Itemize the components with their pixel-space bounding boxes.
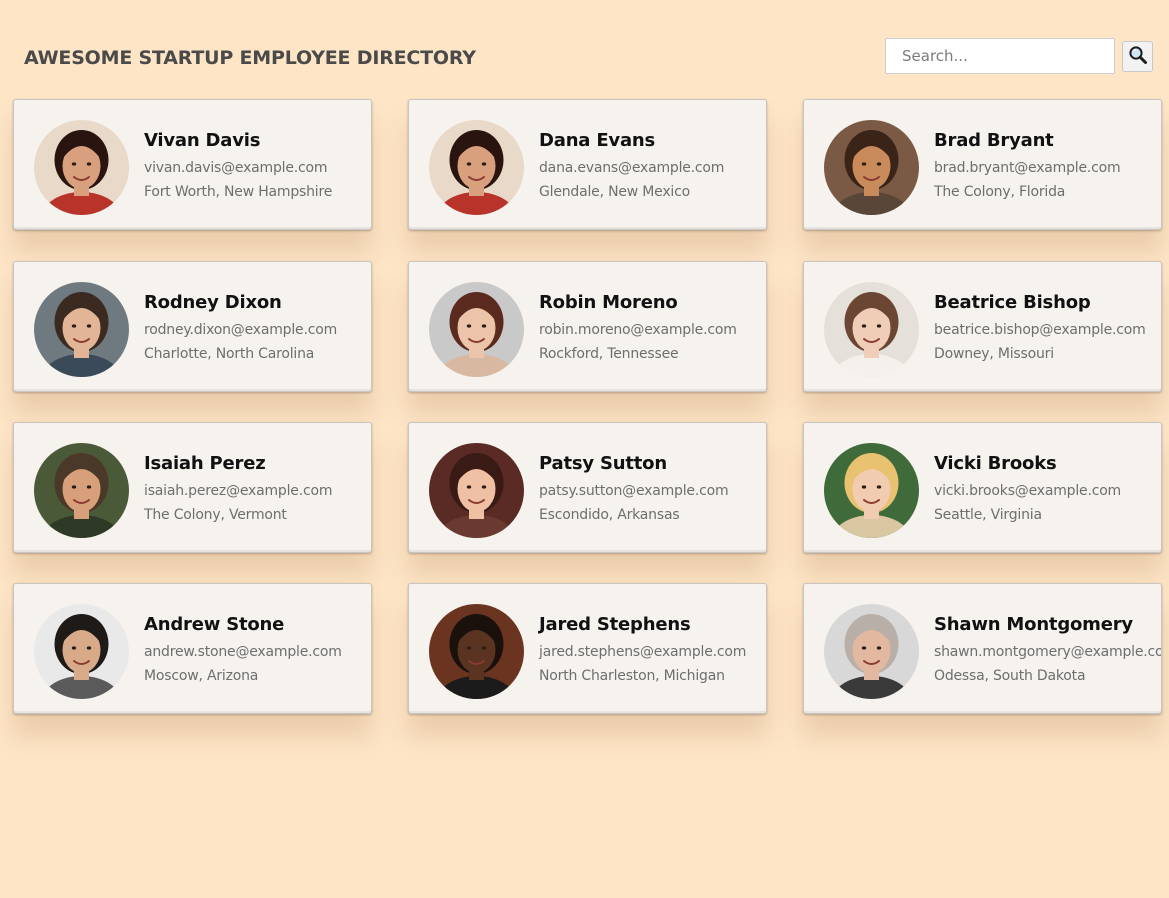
- employee-location: Escondido, Arkansas: [539, 507, 680, 523]
- employee-name: Rodney Dixon: [144, 292, 282, 313]
- employee-card[interactable]: Isaiah Perez isaiah.perez@example.com The …: [13, 422, 372, 553]
- employee-location: The Colony, Florida: [934, 184, 1066, 200]
- employee-avatar: [824, 604, 919, 699]
- employee-location: Fort Worth, New Hampshire: [144, 184, 333, 200]
- employee-email: brad.bryant@example.com: [934, 160, 1121, 176]
- employee-card[interactable]: Brad Bryant brad.bryant@example.com The Co…: [803, 99, 1162, 230]
- page-title: AWESOME STARTUP EMPLOYEE DIRECTORY: [24, 47, 476, 69]
- employee-info: Dana Evans dana.evans@example.com Glendale…: [539, 128, 766, 204]
- employee-location: Odessa, South Dakota: [934, 668, 1086, 684]
- employee-info: Robin Moreno robin.moreno@example.com Rock…: [539, 290, 766, 366]
- employee-info: Patsy Sutton patsy.sutton@example.com Esco…: [539, 451, 766, 527]
- employee-info: Rodney Dixon rodney.dixon@example.com Char…: [144, 290, 371, 366]
- employee-info: Vivan Davis vivan.davis@example.com Fort W…: [144, 128, 371, 204]
- employee-name: Robin Moreno: [539, 292, 678, 313]
- employee-name: Shawn Montgomery: [934, 614, 1133, 635]
- magnifying-glass-icon: [1128, 45, 1148, 68]
- employee-avatar: [824, 120, 919, 215]
- employee-email: patsy.sutton@example.com: [539, 483, 729, 499]
- page-header: AWESOME STARTUP EMPLOYEE DIRECTORY: [0, 0, 1169, 98]
- employee-email: jared.stephens@example.com: [539, 644, 747, 660]
- employee-email: beatrice.bishop@example.com: [934, 322, 1146, 338]
- employee-info: Beatrice Bishop beatrice.bishop@example.c…: [934, 290, 1161, 366]
- employee-name: Andrew Stone: [144, 614, 285, 635]
- employee-name: Vicki Brooks: [934, 453, 1057, 474]
- employee-location: Charlotte, North Carolina: [144, 346, 315, 362]
- employee-name: Isaiah Perez: [144, 453, 266, 474]
- employee-email: dana.evans@example.com: [539, 160, 725, 176]
- employee-card[interactable]: Robin Moreno robin.moreno@example.com Rock…: [408, 261, 767, 392]
- employee-name: Brad Bryant: [934, 130, 1054, 151]
- employee-info: Andrew Stone andrew.stone@example.com Mosc…: [144, 612, 371, 688]
- employee-avatar: [429, 443, 524, 538]
- employee-name: Dana Evans: [539, 130, 656, 151]
- employee-location: Downey, Missouri: [934, 346, 1054, 362]
- employee-avatar: [34, 120, 129, 215]
- employee-card[interactable]: Patsy Sutton patsy.sutton@example.com Esco…: [408, 422, 767, 553]
- employee-location: Glendale, New Mexico: [539, 184, 690, 200]
- employee-card[interactable]: Jared Stephens jared.stephens@example.com…: [408, 583, 767, 714]
- employee-avatar: [429, 120, 524, 215]
- employee-card[interactable]: Vivan Davis vivan.davis@example.com Fort W…: [13, 99, 372, 230]
- employee-avatar: [34, 443, 129, 538]
- employee-info: Isaiah Perez isaiah.perez@example.com The …: [144, 451, 371, 527]
- employee-name: Beatrice Bishop: [934, 292, 1091, 313]
- employee-card[interactable]: Dana Evans dana.evans@example.com Glendale…: [408, 99, 767, 230]
- employee-location: Rockford, Tennessee: [539, 346, 679, 362]
- employee-email: andrew.stone@example.com: [144, 644, 342, 660]
- employee-info: Brad Bryant brad.bryant@example.com The Co…: [934, 128, 1161, 204]
- employee-email: isaiah.perez@example.com: [144, 483, 333, 499]
- employee-avatar: [429, 604, 524, 699]
- employee-card[interactable]: Vicki Brooks vicki.brooks@example.com Seat…: [803, 422, 1162, 553]
- employee-email: vivan.davis@example.com: [144, 160, 328, 176]
- employee-card[interactable]: Rodney Dixon rodney.dixon@example.com Char…: [13, 261, 372, 392]
- employee-avatar: [34, 604, 129, 699]
- employee-info: Shawn Montgomery shawn.montgomery@example…: [934, 612, 1162, 688]
- employee-name: Jared Stephens: [539, 614, 691, 635]
- employee-email: vicki.brooks@example.com: [934, 483, 1121, 499]
- employee-location: The Colony, Vermont: [144, 507, 287, 523]
- employee-name: Patsy Sutton: [539, 453, 667, 474]
- employee-email: rodney.dixon@example.com: [144, 322, 338, 338]
- search-form: [885, 38, 1155, 75]
- search-input[interactable]: [885, 38, 1115, 74]
- employee-card[interactable]: Andrew Stone andrew.stone@example.com Mosc…: [13, 583, 372, 714]
- employee-location: Seattle, Virginia: [934, 507, 1042, 523]
- employee-location: Moscow, Arizona: [144, 668, 259, 684]
- search-button[interactable]: [1122, 41, 1153, 72]
- employee-email: shawn.montgomery@example.com: [934, 644, 1162, 660]
- employee-avatar: [824, 443, 919, 538]
- employee-avatar: [429, 282, 524, 377]
- employee-email: robin.moreno@example.com: [539, 322, 737, 338]
- employee-location: North Charleston, Michigan: [539, 668, 725, 684]
- employee-info: Vicki Brooks vicki.brooks@example.com Seat…: [934, 451, 1161, 527]
- employee-info: Jared Stephens jared.stephens@example.com…: [539, 612, 766, 688]
- employee-avatar: [34, 282, 129, 377]
- employee-avatar: [824, 282, 919, 377]
- employee-name: Vivan Davis: [144, 130, 261, 151]
- employee-card[interactable]: Beatrice Bishop beatrice.bishop@example.c…: [803, 261, 1162, 392]
- employee-card[interactable]: Shawn Montgomery shawn.montgomery@example…: [803, 583, 1162, 714]
